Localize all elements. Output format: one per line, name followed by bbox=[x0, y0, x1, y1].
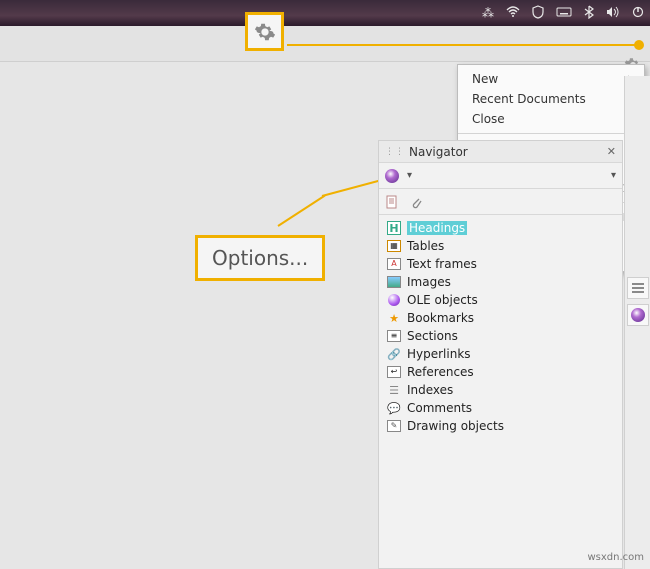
gear-icon[interactable] bbox=[254, 21, 276, 43]
menu-label: Close bbox=[472, 112, 505, 126]
tree-item-tables[interactable]: ▦ Tables bbox=[383, 237, 618, 255]
index-icon: ☰ bbox=[387, 383, 401, 397]
tree-item-ole[interactable]: OLE objects bbox=[383, 291, 618, 309]
tree-label: Images bbox=[407, 275, 451, 289]
tree-label: Indexes bbox=[407, 383, 453, 397]
navigator-titlebar[interactable]: ⋮⋮ Navigator ✕ bbox=[379, 141, 622, 163]
sidebar-strip bbox=[624, 76, 650, 569]
tree-item-bookmarks[interactable]: ★ Bookmarks bbox=[383, 309, 618, 327]
sidebar-navigator-button[interactable] bbox=[627, 304, 649, 326]
options-label-highlight: Options... bbox=[195, 235, 325, 281]
navigator-tree: H Headings ▦ Tables A Text frames Images OL… bbox=[379, 215, 622, 439]
tree-item-drawings[interactable]: ✎ Drawing objects bbox=[383, 417, 618, 435]
system-bar: ⁂ bbox=[0, 0, 650, 26]
drawing-icon: ✎ bbox=[387, 419, 401, 433]
shield-icon[interactable] bbox=[532, 5, 544, 22]
document-icon[interactable] bbox=[385, 195, 399, 209]
tree-label: Hyperlinks bbox=[407, 347, 471, 361]
bookmark-icon: ★ bbox=[387, 311, 401, 325]
tree-label: References bbox=[407, 365, 474, 379]
bluetooth-icon[interactable] bbox=[584, 5, 594, 22]
callout-line bbox=[287, 44, 637, 46]
tree-item-comments[interactable]: 💬 Comments bbox=[383, 399, 618, 417]
menu-item-close[interactable]: Close bbox=[458, 109, 644, 129]
tree-label: Headings bbox=[407, 221, 467, 235]
attachment-icon[interactable] bbox=[409, 195, 423, 209]
heading-icon: H bbox=[387, 221, 401, 235]
close-icon[interactable]: ✕ bbox=[607, 145, 616, 158]
hyperlink-icon: 🔗 bbox=[387, 347, 401, 361]
tree-label: Comments bbox=[407, 401, 472, 415]
grip-icon: ⋮⋮ bbox=[385, 147, 405, 157]
image-icon bbox=[387, 275, 401, 289]
tree-label: Text frames bbox=[407, 257, 477, 271]
watermark: wsxdn.com bbox=[587, 552, 644, 563]
sidebar-menu-button[interactable] bbox=[627, 277, 649, 299]
system-tray: ⁂ bbox=[482, 0, 644, 26]
menu-separator bbox=[458, 133, 644, 134]
navigator-toolbar-1: ▾ ▾ bbox=[379, 163, 622, 189]
textframe-icon: A bbox=[387, 257, 401, 271]
tree-item-headings[interactable]: H Headings bbox=[383, 219, 618, 237]
keyboard-icon[interactable] bbox=[556, 6, 572, 21]
navigator-title-text: Navigator bbox=[409, 145, 468, 159]
dropdown-arrow-icon[interactable]: ▾ bbox=[407, 170, 412, 181]
navigator-panel: ⋮⋮ Navigator ✕ ▾ ▾ H Headings ▦ Tables A Te… bbox=[378, 140, 623, 569]
tree-item-textframes[interactable]: A Text frames bbox=[383, 255, 618, 273]
wifi-icon[interactable] bbox=[506, 6, 520, 21]
tree-label: Tables bbox=[407, 239, 444, 253]
compass-icon bbox=[631, 308, 645, 322]
gear-button-highlight bbox=[245, 12, 284, 51]
tree-item-images[interactable]: Images bbox=[383, 273, 618, 291]
section-icon: ≡ bbox=[387, 329, 401, 343]
table-icon: ▦ bbox=[387, 239, 401, 253]
menu-item-new[interactable]: New▶ bbox=[458, 69, 644, 89]
tree-item-hyperlinks[interactable]: 🔗 Hyperlinks bbox=[383, 345, 618, 363]
power-icon[interactable] bbox=[632, 6, 644, 21]
options-label: Options... bbox=[212, 246, 308, 270]
callout-dot bbox=[634, 40, 644, 50]
dropbox-icon[interactable]: ⁂ bbox=[482, 6, 494, 20]
tree-label: OLE objects bbox=[407, 293, 478, 307]
tree-label: Bookmarks bbox=[407, 311, 474, 325]
callout-line bbox=[277, 195, 325, 227]
comment-icon: 💬 bbox=[387, 401, 401, 415]
volume-icon[interactable] bbox=[606, 6, 620, 21]
tree-item-indexes[interactable]: ☰ Indexes bbox=[383, 381, 618, 399]
tree-item-references[interactable]: ↩ References bbox=[383, 363, 618, 381]
tree-label: Drawing objects bbox=[407, 419, 504, 433]
ole-icon bbox=[387, 293, 401, 307]
menu-item-recent[interactable]: Recent Documents▶ bbox=[458, 89, 644, 109]
tree-item-sections[interactable]: ≡ Sections bbox=[383, 327, 618, 345]
menu-label: Recent Documents bbox=[472, 92, 586, 106]
reference-icon: ↩ bbox=[387, 365, 401, 379]
menu-label: New bbox=[472, 72, 498, 86]
hamburger-icon bbox=[631, 282, 645, 294]
dropdown-arrow-icon[interactable]: ▾ bbox=[611, 170, 616, 181]
tree-label: Sections bbox=[407, 329, 458, 343]
navigator-toolbar-2 bbox=[379, 189, 622, 215]
compass-icon[interactable] bbox=[385, 169, 399, 183]
